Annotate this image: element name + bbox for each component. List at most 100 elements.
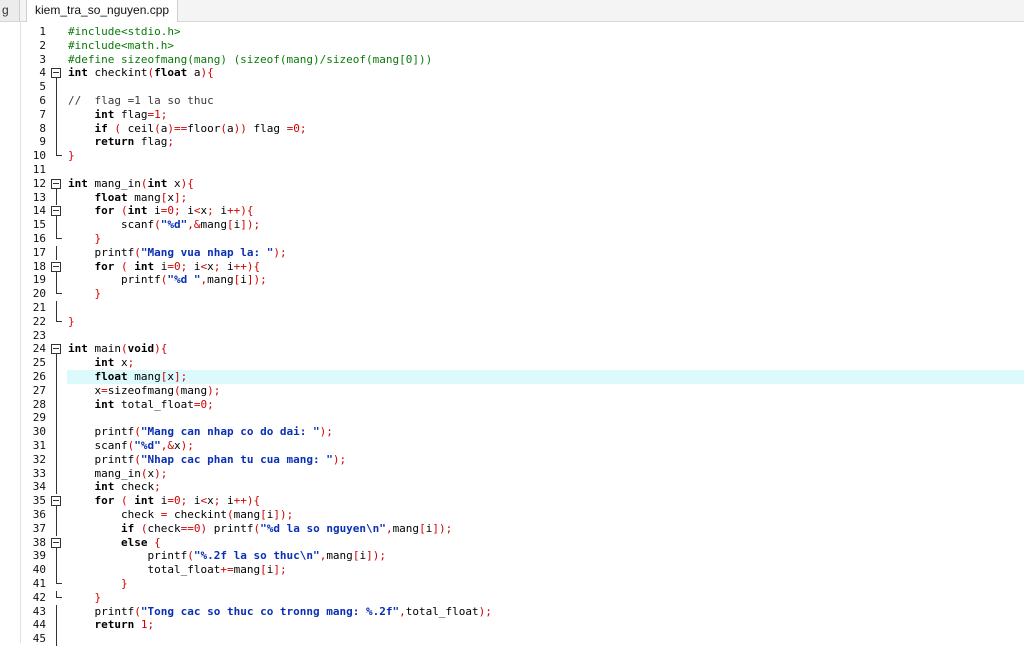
code-text: float mang[x]; (67, 370, 1024, 384)
code-line[interactable]: 14 for (int i=0; i<x; i++){ (0, 204, 1024, 219)
code-line[interactable]: 1 #include<stdio.h> (0, 25, 1024, 39)
code-line[interactable]: 22} (0, 314, 1024, 329)
code-line[interactable]: 3 #define sizeofmang(mang) (sizeof(mang)/… (0, 53, 1024, 67)
code-line[interactable]: 36 check = checkint(mang[i]); (0, 508, 1024, 522)
code-text: } (68, 314, 75, 328)
line-number: 3 (39, 52, 46, 66)
code-line[interactable]: 37 if (check==0) printf("%d la so nguyen… (0, 521, 1024, 536)
line-number: 18 (32, 259, 46, 273)
code-line[interactable]: 5 (0, 80, 1024, 95)
code-text: printf("Mang vua nhap la: "); (68, 245, 287, 259)
code-line[interactable]: 23 (0, 329, 1024, 343)
tab-active-file[interactable]: kiem_tra_so_nguyen.cpp (26, 0, 179, 22)
line-number: 15 (32, 218, 46, 232)
fold-guide (49, 190, 63, 205)
fold-guide (49, 425, 63, 440)
code-text: scanf("%d",&x); (68, 439, 194, 452)
code-line[interactable]: 20 } (0, 287, 1024, 301)
code-line[interactable]: 2 #include<math.h> (0, 39, 1024, 53)
code-text: } (94, 590, 102, 604)
code-line[interactable]: 31 scanf("%d",&x); (0, 439, 1024, 453)
code-editor[interactable]: 1 #include<stdio.h> 2 #include<math.h> 3 #def… (0, 22, 1024, 646)
line-number: 29 (32, 411, 46, 425)
fold-guide (49, 218, 63, 233)
fold-guide (49, 370, 63, 384)
fold-guide (49, 632, 63, 646)
code-text: #include<math.h> (68, 38, 174, 52)
code-line[interactable]: 41 } (0, 577, 1024, 591)
fold-collapse-icon[interactable] (49, 260, 63, 274)
code-line[interactable]: 27 x=sizeofmang(mang); (0, 383, 1024, 398)
line-number: 31 (32, 439, 46, 452)
line-number: 36 (32, 508, 46, 521)
code-line[interactable]: 26 float mang[x]; (0, 370, 1024, 384)
code-line[interactable]: 25 int x; (0, 356, 1024, 371)
code-line[interactable]: 16 } (0, 232, 1024, 246)
code-line[interactable]: 28 int total_float=0; (0, 397, 1024, 412)
code-text: } (120, 577, 128, 590)
code-line[interactable]: 35 for ( int i=0; i<x; i++){ (0, 494, 1024, 509)
fold-collapse-icon[interactable] (49, 66, 63, 81)
line-number: 35 (32, 494, 46, 508)
code-line[interactable]: 34 int check; (0, 480, 1024, 495)
line-number: 21 (32, 301, 46, 314)
fold-end-marker (49, 232, 63, 246)
line-number: 32 (32, 452, 46, 466)
code-text: int main(void){ (68, 342, 168, 356)
fold-collapse-icon[interactable] (49, 342, 63, 357)
fold-empty (49, 329, 63, 343)
code-line[interactable]: 11 (0, 163, 1024, 177)
code-line[interactable]: 21 (0, 301, 1024, 315)
code-line[interactable]: 4 int checkint(float a){ (0, 66, 1024, 81)
line-number: 8 (39, 121, 46, 135)
code-line[interactable]: 44 return 1; (0, 618, 1024, 633)
fold-guide (49, 563, 63, 578)
line-number: 6 (39, 94, 46, 107)
code-line[interactable]: 15 scanf("%d",&mang[i]); (0, 218, 1024, 233)
code-text: printf("%.2f la so thuc\n",mang[i]); (68, 549, 386, 563)
code-line[interactable]: 7 int flag=1; (0, 107, 1024, 122)
code-line[interactable]: 12 int mang_in(int x){ (0, 177, 1024, 191)
fold-collapse-icon[interactable] (49, 536, 63, 550)
line-number: 4 (39, 66, 46, 80)
tab-previous-file[interactable]: g (0, 0, 20, 21)
line-number: 9 (39, 135, 46, 149)
code-line[interactable]: 30 printf("Mang can nhap co do dai: "); (0, 425, 1024, 440)
code-line[interactable]: 42 } (0, 590, 1024, 605)
fold-guide (49, 121, 63, 136)
fold-guide (49, 508, 63, 522)
fold-collapse-icon[interactable] (49, 494, 63, 509)
code-text: if ( ceil(a)==floor(a)) flag =0; (94, 121, 307, 135)
code-line[interactable]: 8 if ( ceil(a)==floor(a)) flag =0; (0, 121, 1024, 136)
code-text: printf("Tong cac so thuc co tronng mang:… (68, 604, 492, 618)
line-number: 27 (32, 383, 46, 397)
code-line[interactable]: 33 mang_in(x); (0, 466, 1024, 481)
line-number: 12 (32, 176, 46, 190)
code-line[interactable]: 10} (0, 149, 1024, 163)
code-line[interactable]: 6 // flag =1 la so thuc (0, 94, 1024, 108)
code-line[interactable]: 29 (0, 411, 1024, 426)
code-line[interactable]: 43 printf("Tong cac so thuc co tronng ma… (0, 604, 1024, 619)
code-line[interactable]: 40 total_float+=mang[i]; (0, 563, 1024, 578)
code-line[interactable]: 38 else { (0, 536, 1024, 550)
fold-collapse-icon[interactable] (49, 177, 63, 191)
line-number: 24 (32, 342, 46, 356)
code-text: int x; (94, 356, 135, 370)
code-line[interactable]: 45 (0, 632, 1024, 646)
code-text: int mang_in(int x){ (68, 176, 194, 190)
code-line[interactable]: 9 return flag; (0, 135, 1024, 150)
code-line[interactable]: 17 printf("Mang vua nhap la: "); (0, 245, 1024, 260)
fold-guide (49, 135, 63, 150)
code-text: float mang[x]; (94, 190, 188, 204)
code-line[interactable]: 39 printf("%.2f la so thuc\n",mang[i]); (0, 549, 1024, 564)
fold-guide (49, 411, 63, 426)
code-line[interactable]: 13 float mang[x]; (0, 190, 1024, 205)
code-line[interactable]: 32 printf("Nhap cac phan tu cua mang: ")… (0, 452, 1024, 467)
code-line[interactable]: 18 for ( int i=0; i<x; i++){ (0, 260, 1024, 274)
code-line[interactable]: 24 int main(void){ (0, 342, 1024, 357)
fold-guide (49, 439, 63, 453)
code-line[interactable]: 19 printf("%d ",mang[i]); (0, 273, 1024, 288)
code-text: return flag; (94, 135, 175, 149)
fold-collapse-icon[interactable] (49, 204, 63, 219)
